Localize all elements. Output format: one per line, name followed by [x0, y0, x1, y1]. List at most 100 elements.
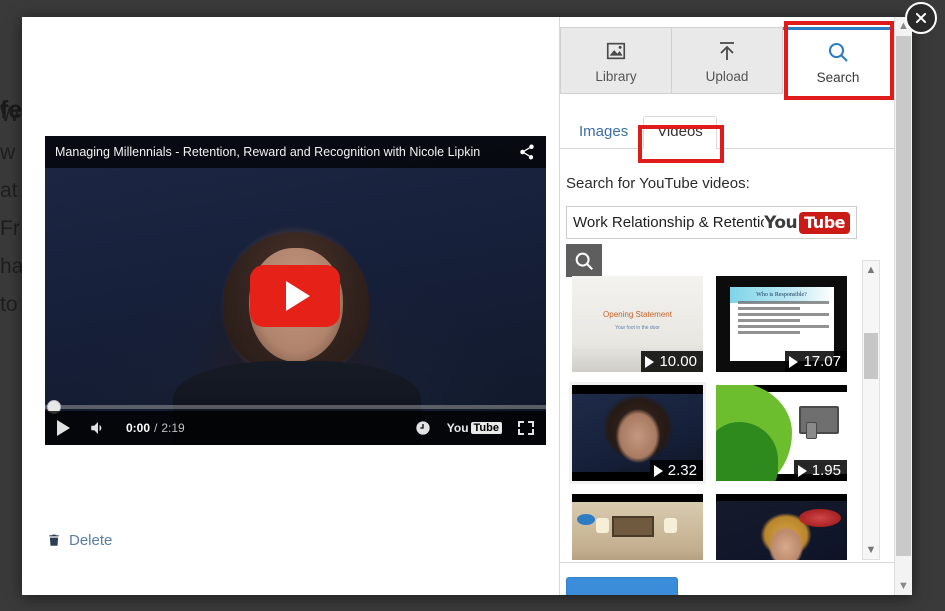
watch-later-button[interactable] [415, 420, 431, 436]
video-result-item[interactable]: Opening Statement Your foot in the door … [572, 276, 703, 372]
slide-line [738, 313, 829, 316]
play-button-overlay[interactable] [250, 265, 340, 327]
play-icon [286, 281, 310, 311]
duration-badge: 1.95 [794, 460, 847, 481]
close-modal-button[interactable] [905, 2, 937, 34]
bottom-divider [560, 562, 894, 563]
player-title-bar: Managing Millennials - Retention, Reward… [45, 136, 546, 168]
subtab-images-label: Images [579, 123, 628, 140]
youtube-logo-control[interactable]: You Tube [447, 421, 502, 435]
modal-scrollbar-thumb[interactable] [896, 36, 911, 556]
video-title: Managing Millennials - Retention, Reward… [55, 145, 518, 159]
tab-upload[interactable]: Upload [672, 27, 783, 94]
youtube-word: You [764, 213, 797, 233]
source-tabs: Library Upload [560, 27, 894, 94]
tab-search-label: Search [817, 70, 860, 85]
search-input[interactable]: Work Relationship & Retention You Tube [566, 206, 857, 239]
play-icon [798, 465, 807, 477]
current-time: 0:00 [126, 421, 150, 435]
volume-button[interactable] [88, 419, 108, 437]
play-icon [789, 356, 798, 368]
fullscreen-button[interactable] [518, 421, 534, 435]
upload-icon [715, 38, 739, 64]
video-result-item-selected[interactable]: 2.32 [572, 385, 703, 481]
youtube-player[interactable]: Managing Millennials - Retention, Reward… [45, 136, 546, 445]
youtube-box: Tube [471, 422, 502, 434]
volume-icon [88, 419, 108, 437]
video-result-item[interactable] [572, 494, 703, 560]
youtube-box: Tube [799, 212, 850, 234]
trash-icon [47, 532, 61, 549]
results-scrollbar[interactable]: ▲ ▼ [862, 260, 880, 560]
time-display: 0:00 / 2:19 [126, 421, 185, 435]
fullscreen-icon [518, 421, 534, 435]
phone-icon [806, 422, 817, 439]
duration-badge: 17.07 [785, 351, 847, 372]
duration-badge: 2.32 [650, 460, 703, 481]
video-result-item[interactable] [716, 494, 847, 560]
video-results-grid: Opening Statement Your foot in the door … [566, 260, 862, 560]
lamp [664, 518, 677, 533]
delete-button[interactable]: Delete [47, 532, 112, 549]
video-result-item[interactable]: 1.95 [716, 385, 847, 481]
channel-logo [577, 514, 595, 525]
modal-scroll-down-arrow[interactable]: ▼ [895, 577, 912, 595]
duration-badge: 10.00 [641, 351, 703, 372]
tab-upload-label: Upload [706, 69, 749, 84]
scrollbar-thumb[interactable] [864, 333, 878, 379]
player-progress-bar[interactable] [45, 403, 546, 411]
video-result-item[interactable]: Who is Responsible? 17.07 [716, 276, 847, 372]
media-type-subtabs: Images Videos [560, 113, 894, 149]
slide-card: Who is Responsible? [730, 287, 834, 361]
slide-line [738, 301, 829, 304]
slide-line [738, 331, 800, 334]
progress-track[interactable] [45, 405, 546, 409]
slide-line [738, 307, 800, 310]
play-icon [645, 356, 654, 368]
search-prompt-label: Search for YouTube videos: [566, 175, 750, 192]
subtab-images[interactable]: Images [566, 117, 641, 148]
wall-picture [612, 516, 654, 537]
tab-library[interactable]: Library [560, 27, 672, 94]
share-icon[interactable] [518, 143, 536, 161]
video-preview-pane: Managing Millennials - Retention, Reward… [22, 17, 558, 595]
duration-text: 1.95 [812, 462, 841, 479]
video-results-list[interactable]: Opening Statement Your foot in the door … [566, 260, 880, 560]
close-icon [914, 11, 928, 25]
total-time: 2:19 [161, 421, 184, 435]
clock-icon [415, 420, 431, 436]
search-icon [826, 39, 850, 65]
play-icon [57, 420, 70, 436]
modal-scrollbar[interactable]: ▲ ▼ [894, 17, 912, 595]
insert-button[interactable] [566, 577, 678, 595]
thumbnail-art [572, 494, 703, 560]
seminar-badge [799, 509, 841, 527]
slide-title: Opening Statement [572, 310, 703, 319]
duration-text: 2.32 [668, 462, 697, 479]
slide-title: Who is Responsible? [730, 292, 834, 298]
player-controls: 0:00 / 2:19 You Tube [45, 411, 546, 445]
scroll-down-arrow[interactable]: ▼ [863, 541, 879, 559]
tab-search[interactable]: Search [783, 27, 894, 94]
image-icon [603, 38, 629, 64]
duration-text: 17.07 [803, 353, 841, 370]
time-separator: / [154, 421, 157, 435]
lamp [596, 518, 609, 533]
duration-text: 10.00 [659, 353, 697, 370]
slide-subtitle: Your foot in the door [572, 325, 703, 331]
delete-label: Delete [69, 532, 112, 549]
youtube-word: You [447, 421, 469, 435]
media-picker-modal: Managing Millennials - Retention, Reward… [22, 17, 912, 595]
media-source-pane: Library Upload [559, 17, 893, 595]
scroll-up-arrow[interactable]: ▲ [863, 261, 879, 279]
play-icon [654, 465, 663, 477]
subtab-videos[interactable]: Videos [643, 116, 717, 149]
tab-library-label: Library [595, 69, 636, 84]
thumbnail-art [716, 494, 847, 560]
monitor-icon [799, 406, 839, 434]
youtube-logo: You Tube [764, 212, 850, 234]
slide-line [738, 325, 829, 328]
search-input-value: Work Relationship & Retention [573, 214, 764, 231]
play-button[interactable] [57, 420, 70, 436]
slide-line [738, 319, 800, 322]
